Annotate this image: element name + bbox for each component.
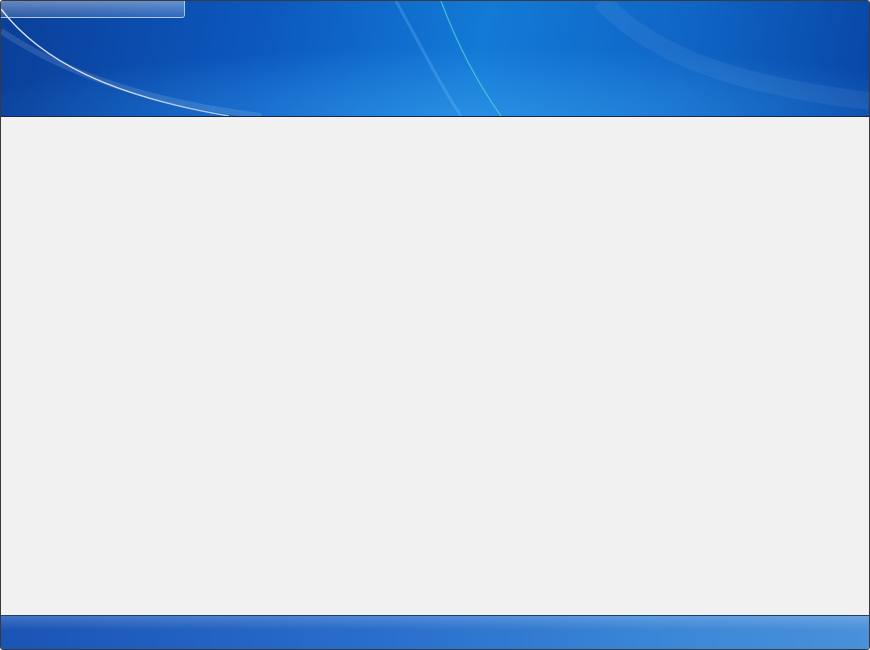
content-area xyxy=(1,117,869,615)
window-title-box xyxy=(1,1,185,18)
banner-swoosh-graphic xyxy=(1,1,869,116)
header-banner xyxy=(1,1,869,117)
setup-window xyxy=(0,0,870,650)
footer-bar xyxy=(1,615,869,649)
